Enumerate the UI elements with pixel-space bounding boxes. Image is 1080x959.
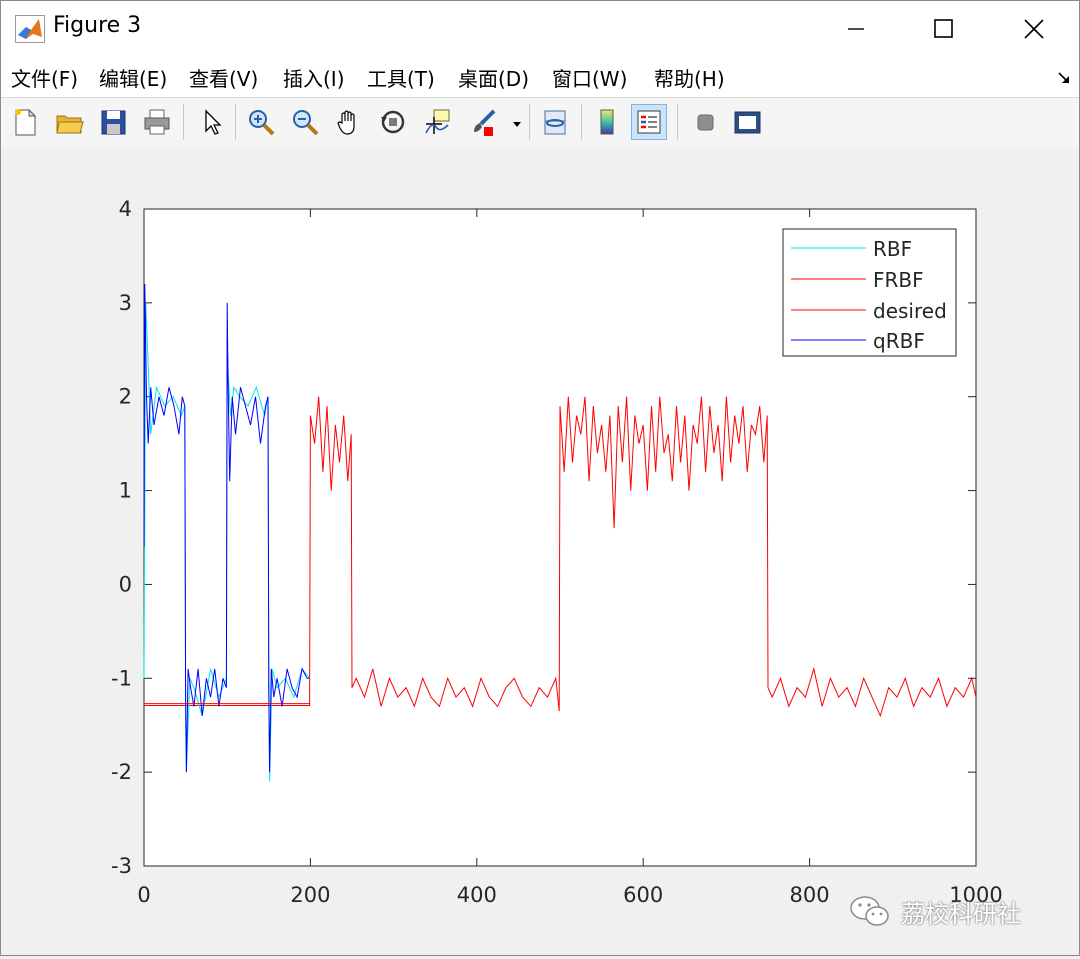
axes-plot[interactable]: 0 200 400 600 800 1000-3-2-101234 RBF FRBF de… [1,148,1079,955]
menu-help[interactable]: 帮助(H) [654,63,725,92]
legend-label-desired: desired [873,299,947,323]
legend[interactable]: RBF FRBF desired qRBF [782,228,957,357]
watermark-text: 荔校科研社 [901,899,1021,928]
legend-button[interactable] [631,104,667,140]
dock-arrow-icon[interactable] [1057,71,1071,85]
y-tick-label: 4 [119,197,132,221]
legend-label-qrbf: qRBF [873,329,925,353]
menu-bar: 文件(F) 编辑(E) 查看(V) 插入(I) 工具(T) 桌面(D) 窗口(W… [1,57,1079,97]
figure-canvas: 0 200 400 600 800 1000 -3 -2 -1 0 1 2 3 4 RBF FRBF de… [1,148,1079,955]
brush-button[interactable] [465,104,501,140]
toolbar [1,97,1079,149]
matlab-logo-icon [15,15,45,43]
close-button[interactable] [989,1,1079,57]
minimize-icon [848,28,864,30]
y-tick-label: 2 [119,385,132,409]
pointer-button[interactable] [193,104,229,140]
data-cursor-icon [425,109,450,134]
colorbar-icon [600,109,614,135]
pan-button[interactable] [331,104,367,140]
link-plot-button[interactable] [537,104,573,140]
legend-label-frbf: FRBF [873,268,924,292]
close-icon [1024,19,1044,39]
x-tick-label: 600 [623,883,663,907]
hide-plot-tools-icon [697,114,714,131]
minimize-button[interactable] [811,1,901,57]
menu-view[interactable]: 查看(V) [189,63,258,92]
save-icon [101,110,126,135]
menu-insert[interactable]: 插入(I) [283,63,345,92]
window-title: Figure 3 [53,13,142,38]
open-file-icon [56,115,84,134]
y-tick-label: 3 [119,291,132,315]
y-tick-label: -2 [111,760,132,784]
new-figure-icon [15,108,37,136]
hide-plot-tools-button[interactable] [687,104,723,140]
data-cursor-button[interactable] [419,104,455,140]
x-tick-label: 800 [790,883,830,907]
x-tick-label: 0 [137,883,150,907]
y-tick-label: 0 [119,572,132,596]
y-tick-label: 1 [119,479,132,503]
chevron-down-icon [513,122,521,127]
legend-label-rbf: RBF [873,237,912,261]
save-button[interactable] [95,104,131,140]
menu-window[interactable]: 窗口(W) [552,63,627,92]
x-tick-label: 200 [290,883,330,907]
brush-icon [474,109,496,136]
menu-file[interactable]: 文件(F) [11,63,78,92]
show-plot-tools-button[interactable] [729,104,765,140]
link-plot-icon [544,110,566,135]
menu-edit[interactable]: 编辑(E) [99,63,167,92]
show-plot-tools-icon [734,111,761,134]
watermark: 荔校科研社 [849,889,1021,933]
y-tick-label: -1 [111,666,132,690]
zoom-out-icon [293,110,319,136]
brush-dropdown-arrow[interactable] [511,116,523,128]
print-button[interactable] [139,104,175,140]
open-file-button[interactable] [51,104,87,140]
legend-icon [637,110,661,134]
pan-hand-icon [337,110,355,135]
menu-tools[interactable]: 工具(T) [367,63,435,92]
menu-desktop[interactable]: 桌面(D) [458,63,529,92]
wechat-logo-icon [850,896,889,926]
y-tick-label: -3 [111,854,132,878]
zoom-in-button[interactable] [243,104,279,140]
title-bar[interactable]: Figure 3 [1,1,1079,57]
new-figure-button[interactable] [7,104,43,140]
colorbar-button[interactable] [589,104,625,140]
rotate-button[interactable] [375,104,411,140]
rotate-3d-icon [381,110,405,134]
x-tick-label: 400 [457,883,497,907]
figure-window: Figure 3 文件(F) 编辑(E) 查看(V) 插入(I) 工具(T) 桌… [0,0,1080,956]
zoom-out-button[interactable] [287,104,323,140]
print-icon [144,109,170,135]
zoom-in-icon [249,110,275,136]
pointer-icon [205,109,222,135]
maximize-button[interactable] [899,1,989,57]
maximize-icon [934,19,953,38]
